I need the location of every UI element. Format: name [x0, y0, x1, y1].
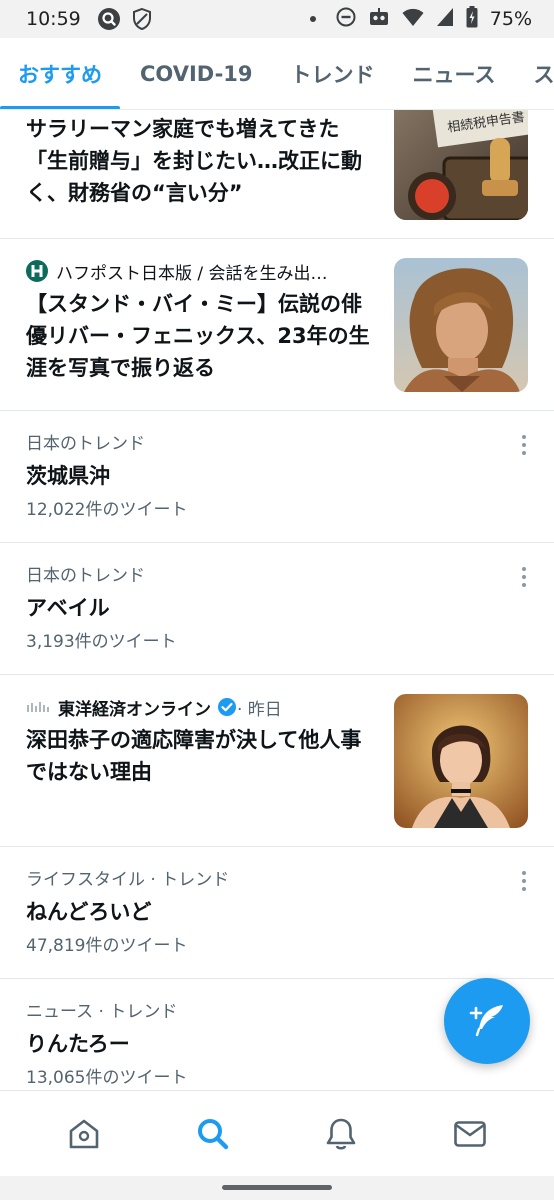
trend-name: ねんどろいど	[26, 900, 152, 924]
news-thumbnail	[394, 258, 528, 392]
bottom-navigation	[0, 1090, 554, 1176]
search-badge-icon	[97, 7, 121, 31]
source-name: ハフポスト日本版 / 会話を生み出…	[56, 263, 328, 284]
home-indicator[interactable]	[222, 1185, 332, 1190]
news-source: ハフポスト日本版 / 会話を生み出…	[26, 258, 378, 284]
news-thumbnail: 相続税申告書	[394, 110, 528, 220]
trend-category: ライフスタイル · トレンド	[26, 870, 230, 890]
trend-tweet-count: 47,819件のツイート	[26, 936, 188, 956]
compose-tweet-button[interactable]	[444, 978, 530, 1064]
more-options-icon[interactable]	[520, 435, 528, 455]
news-thumbnail	[394, 694, 528, 828]
explore-feed: サラリーマン家庭でも増えてきた「生前贈与」を封じたい…改正に動く、財務省の“言い…	[0, 110, 554, 1090]
trend-item[interactable]: 日本のトレンド 茨城県沖 12,022件のツイート	[0, 411, 554, 543]
tab-label: ス	[533, 62, 554, 87]
news-item[interactable]: サラリーマン家庭でも増えてきた「生前贈与」を封じたい…改正に動く、財務省の“言い…	[0, 110, 554, 239]
trend-category: 日本のトレンド	[26, 566, 145, 586]
dot-icon	[309, 16, 316, 22]
explore-tabs: おすすめ COVID-19 トレンド ニュース ス	[0, 38, 554, 110]
nav-search-button[interactable]	[183, 1104, 243, 1164]
compose-tweet-icon	[467, 1001, 507, 1041]
robot-icon	[368, 7, 390, 32]
do-not-disturb-icon	[336, 7, 356, 32]
signal-icon	[436, 7, 454, 32]
tab-label: COVID-19	[140, 61, 253, 86]
trend-tweet-count: 12,022件のツイート	[26, 500, 188, 520]
toyo-keizai-logo-icon	[26, 700, 50, 714]
trend-name: 茨城県沖	[26, 464, 110, 488]
trend-name: りんたろー	[26, 1032, 130, 1056]
trend-item[interactable]: ライフスタイル · トレンド ねんどろいど 47,819件のツイート	[0, 847, 554, 979]
battery-charging-icon	[466, 5, 478, 33]
tab-active-indicator	[0, 105, 120, 109]
tab-label: トレンド	[290, 62, 375, 87]
shield-icon	[131, 7, 153, 31]
trend-category: ニュース · トレンド	[26, 1002, 178, 1022]
tab-covid-19[interactable]: COVID-19	[140, 38, 253, 109]
news-headline: サラリーマン家庭でも増えてきた「生前贈与」を封じたい…改正に動く、財務省の“言い…	[26, 117, 362, 205]
tab-news[interactable]: ニュース	[412, 38, 496, 109]
more-options-icon[interactable]	[520, 871, 528, 891]
wifi-icon	[402, 7, 424, 32]
gesture-bar	[0, 1176, 554, 1200]
news-item[interactable]: 東洋経済オンライン · 昨日 深田恭子の適応障害が決して他人事ではない理由	[0, 675, 554, 847]
search-icon	[195, 1116, 231, 1152]
tab-sports[interactable]: ス	[533, 38, 554, 109]
tab-label: おすすめ	[18, 62, 102, 87]
trend-tweet-count: 3,193件のツイート	[26, 632, 177, 652]
huffpost-logo-icon	[26, 260, 48, 282]
messages-icon	[453, 1119, 487, 1149]
nav-notifications-button[interactable]	[311, 1104, 371, 1164]
nav-home-button[interactable]	[54, 1104, 114, 1164]
trend-tweet-count: 13,065件のツイート	[26, 1068, 188, 1088]
news-headline: 【スタンド・バイ・ミー】伝説の俳優リバー・フェニックス、23年の生涯を写真で振り…	[26, 292, 370, 380]
tab-trends[interactable]: トレンド	[290, 38, 375, 109]
trend-item[interactable]: 日本のトレンド アベイル 3,193件のツイート	[0, 543, 554, 675]
source-name: 東洋経済オンライン	[58, 699, 211, 720]
verified-badge-icon	[217, 697, 237, 717]
battery-percent: 75%	[489, 8, 532, 30]
news-source: 東洋経済オンライン · 昨日	[26, 694, 378, 720]
tab-label: ニュース	[412, 62, 496, 87]
news-item[interactable]: ハフポスト日本版 / 会話を生み出… 【スタンド・バイ・ミー】伝説の俳優リバー・…	[0, 239, 554, 411]
status-bar: 10:59 75%	[0, 0, 554, 38]
trend-category: 日本のトレンド	[26, 434, 145, 454]
home-icon	[67, 1117, 101, 1151]
more-options-icon[interactable]	[520, 567, 528, 587]
news-timestamp: · 昨日	[237, 699, 282, 720]
news-headline: 深田恭子の適応障害が決して他人事ではない理由	[26, 728, 362, 784]
trend-name: アベイル	[26, 596, 110, 620]
notifications-icon	[324, 1116, 358, 1152]
nav-messages-button[interactable]	[440, 1104, 500, 1164]
tab-recommended[interactable]: おすすめ	[0, 38, 120, 109]
status-time: 10:59	[26, 8, 81, 30]
